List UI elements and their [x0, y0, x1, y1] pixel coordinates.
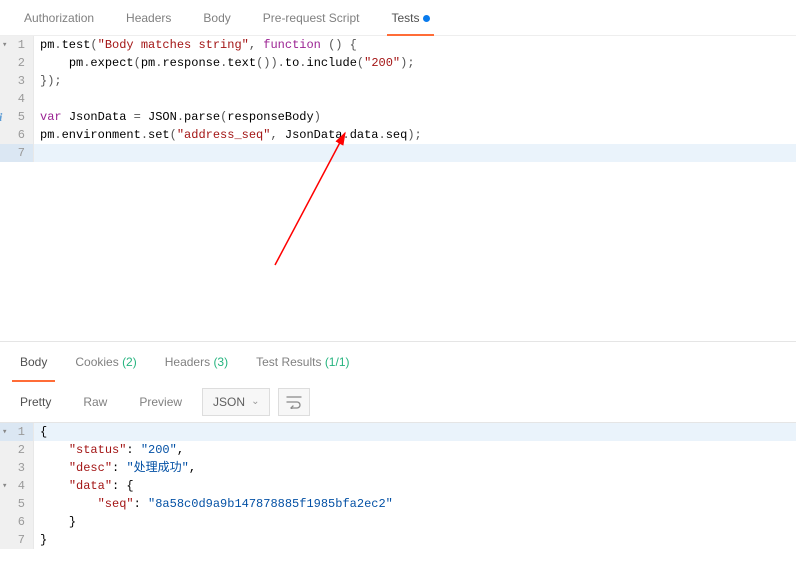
response-tab-cookies-label: Cookies — [75, 355, 118, 369]
request-tabs: Authorization Headers Body Pre-request S… — [0, 0, 796, 36]
format-select[interactable]: JSON⌄ — [202, 388, 270, 416]
view-pretty-button[interactable]: Pretty — [8, 388, 63, 416]
response-tabs: Body Cookies (2) Headers (3) Test Result… — [0, 342, 796, 382]
view-preview-button[interactable]: Preview — [127, 388, 194, 416]
cookies-count: (2) — [122, 355, 137, 369]
json-key-desc: "desc" — [69, 461, 112, 475]
response-tab-headers-label: Headers — [165, 355, 210, 369]
modified-dot-icon — [423, 15, 430, 22]
response-tab-cookies[interactable]: Cookies (2) — [61, 342, 150, 382]
response-tab-test-results[interactable]: Test Results (1/1) — [242, 342, 363, 382]
json-val-status: "200" — [141, 443, 177, 457]
headers-count: (3) — [213, 355, 228, 369]
response-tab-test-results-label: Test Results — [256, 355, 321, 369]
wrap-lines-button[interactable] — [278, 388, 310, 416]
response-body-viewer[interactable]: ▾1{ 2 "status": "200", 3 "desc": "处理成功",… — [0, 422, 796, 549]
format-select-label: JSON — [213, 389, 245, 415]
json-key-seq: "seq" — [98, 497, 134, 511]
tab-prerequest-script[interactable]: Pre-request Script — [247, 0, 376, 36]
tab-tests[interactable]: Tests — [375, 0, 446, 36]
test-results-count: (1/1) — [325, 355, 350, 369]
tab-authorization[interactable]: Authorization — [8, 0, 110, 36]
response-toolbar: Pretty Raw Preview JSON⌄ — [0, 382, 796, 422]
tab-tests-label: Tests — [391, 11, 419, 25]
response-tab-headers[interactable]: Headers (3) — [151, 342, 242, 382]
json-key-status: "status" — [69, 443, 127, 457]
response-tab-body[interactable]: Body — [6, 342, 61, 382]
wrap-icon — [286, 395, 302, 409]
chevron-down-icon: ⌄ — [251, 389, 259, 415]
json-val-seq: "8a58c0d9a9b147878885f1985bfa2ec2" — [148, 497, 393, 511]
view-raw-button[interactable]: Raw — [71, 388, 119, 416]
tab-headers[interactable]: Headers — [110, 0, 187, 36]
tab-body[interactable]: Body — [187, 0, 246, 36]
json-val-desc: "处理成功" — [126, 461, 188, 475]
tests-code-editor[interactable]: ▾1pm.test("Body matches string", functio… — [0, 36, 796, 342]
json-key-data: "data" — [69, 479, 112, 493]
